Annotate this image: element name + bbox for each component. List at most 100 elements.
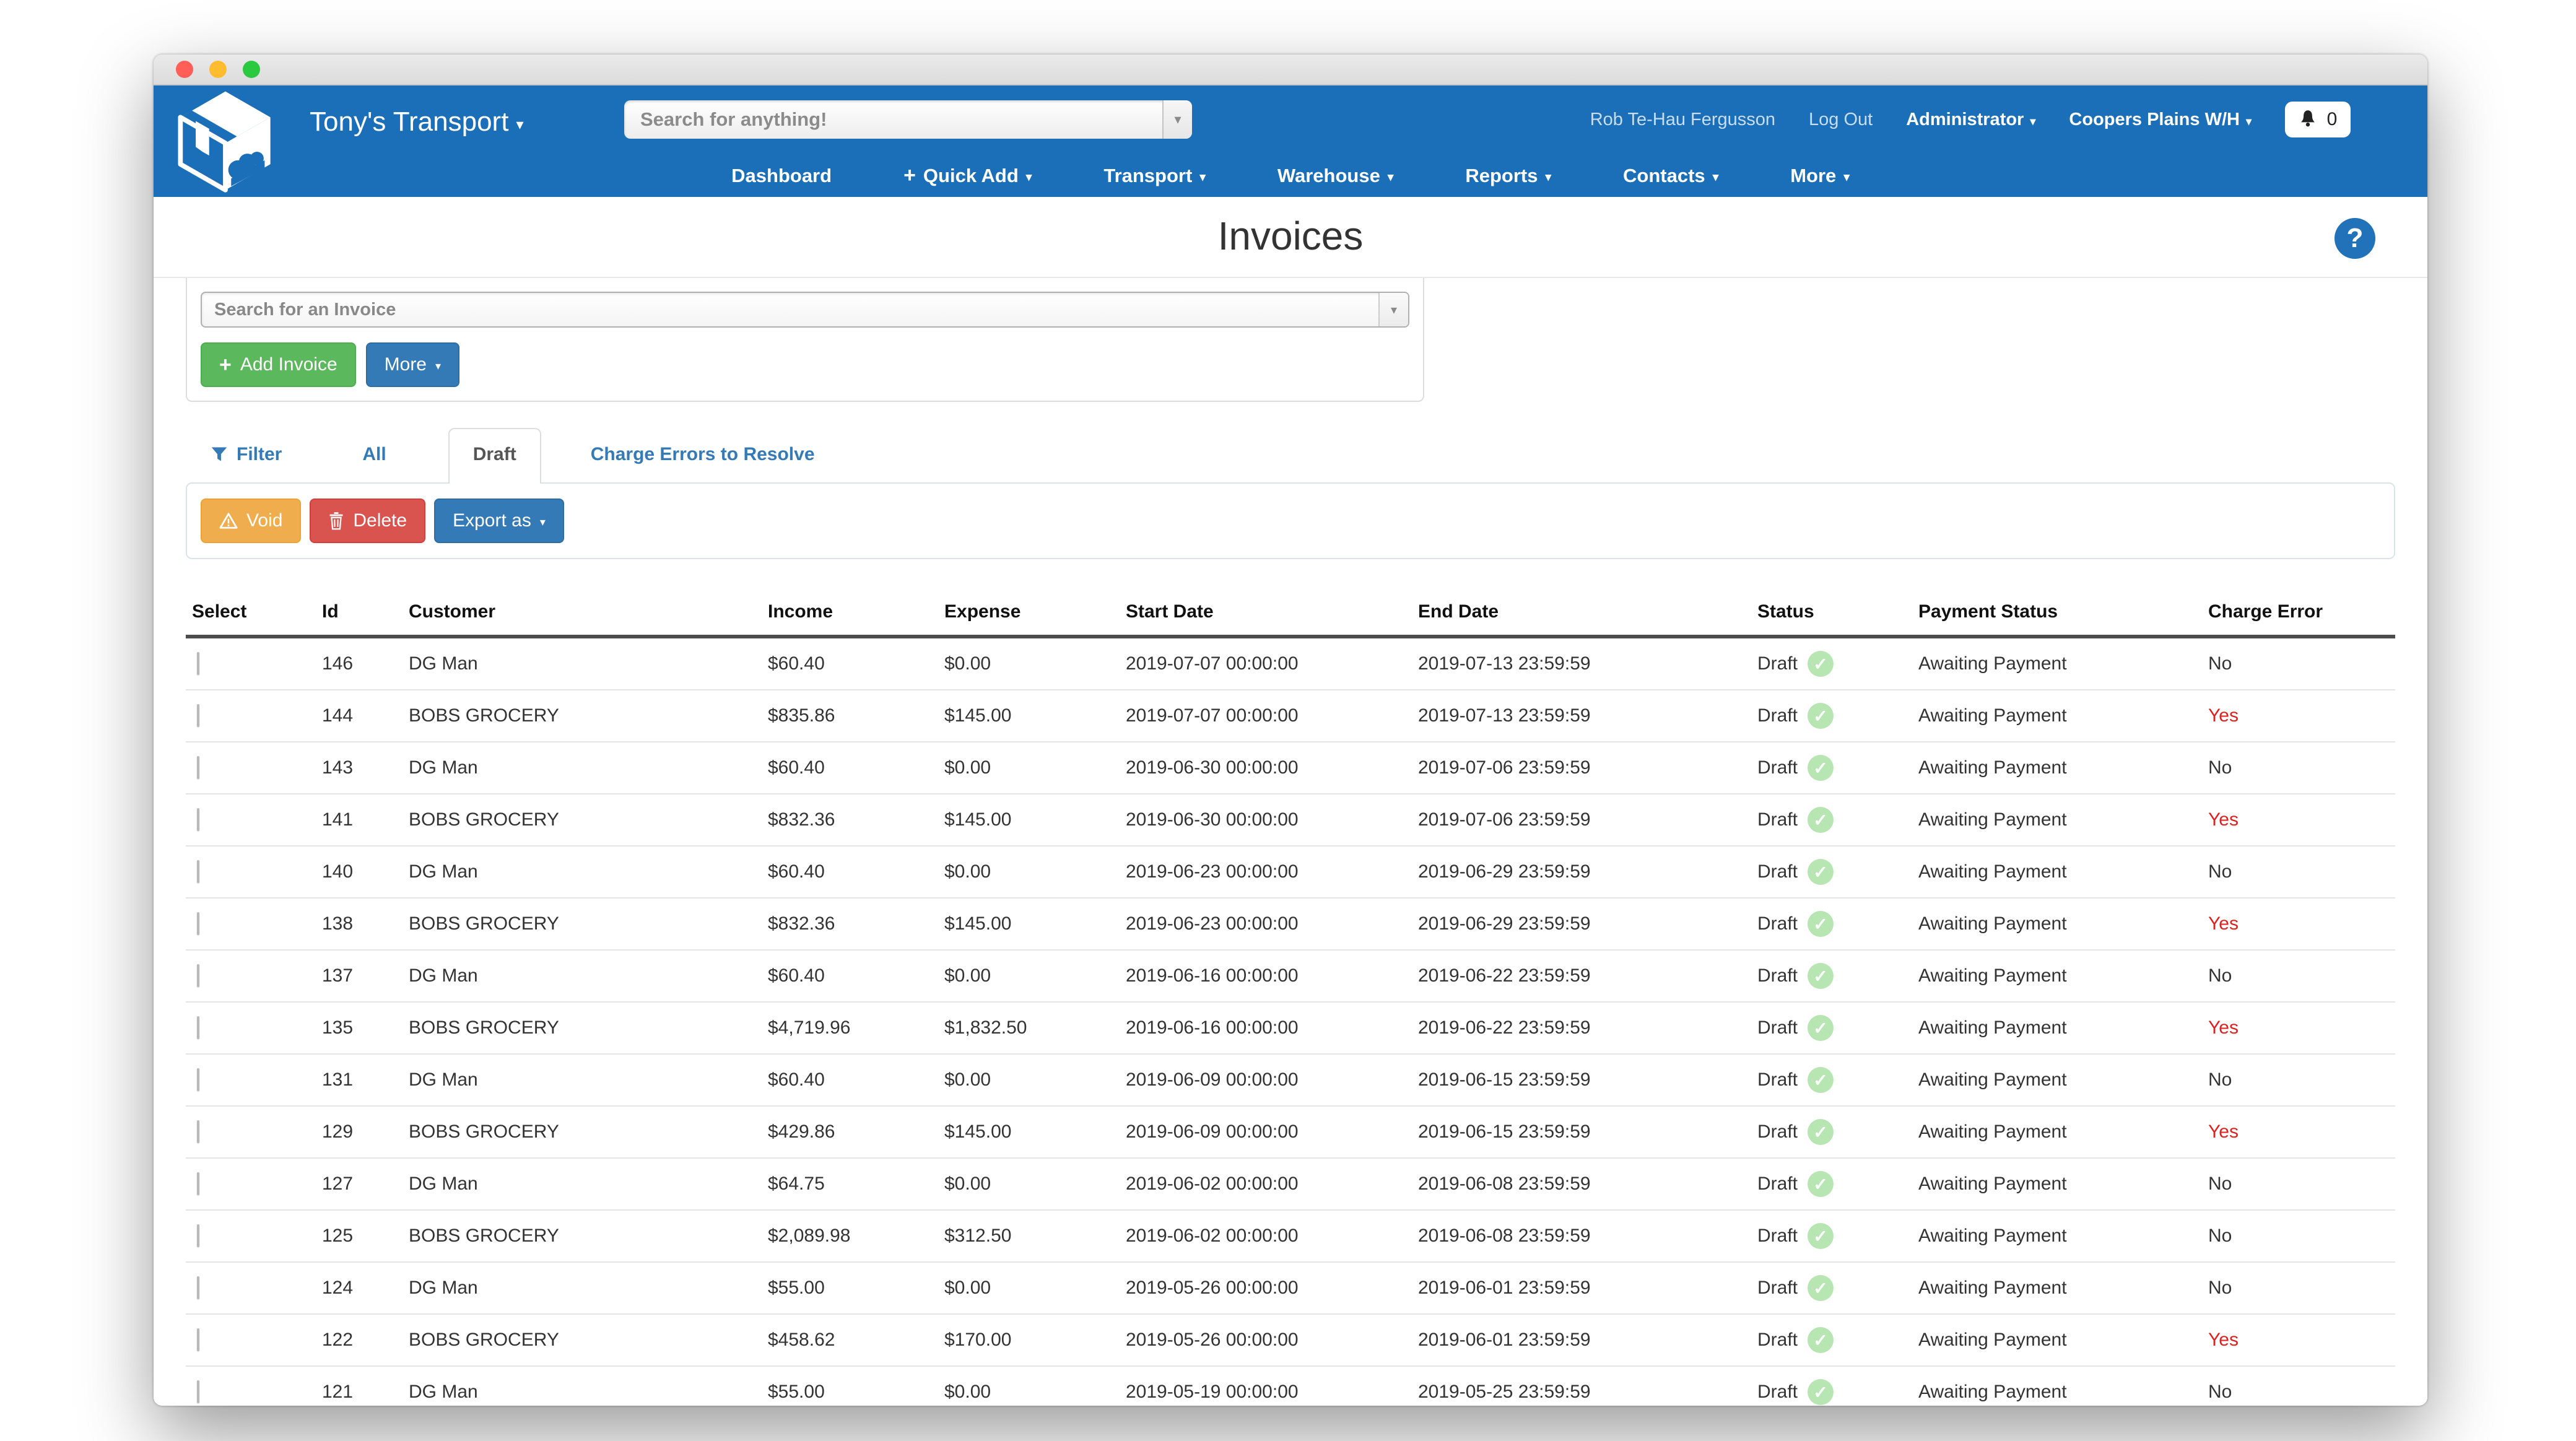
warehouse-menu[interactable]: Coopers Plains W/H ▾: [2069, 110, 2252, 130]
row-select-checkbox[interactable]: [197, 1068, 199, 1091]
row-charge-error: Yes: [2202, 1017, 2418, 1038]
nav-item-reports[interactable]: Reports▾: [1429, 160, 1587, 191]
row-select-checkbox[interactable]: [197, 808, 199, 831]
table-row[interactable]: 143DG Man$60.40$0.002019-06-30 00:00:002…: [186, 742, 2395, 795]
row-select-checkbox[interactable]: [197, 756, 199, 779]
row-select-checkbox[interactable]: [197, 1380, 199, 1403]
zoom-window-button[interactable]: [243, 61, 260, 78]
row-charge-error: Yes: [2202, 1330, 2418, 1351]
table-row[interactable]: 138BOBS GROCERY$832.36$145.002019-06-23 …: [186, 899, 2395, 951]
chevron-down-icon: ▾: [1546, 170, 1552, 185]
notifications-button[interactable]: 0: [2285, 102, 2351, 137]
table-row[interactable]: 137DG Man$60.40$0.002019-06-16 00:00:002…: [186, 951, 2395, 1003]
chevron-down-icon: ▾: [435, 360, 441, 373]
table-row[interactable]: 121DG Man$55.00$0.002019-05-19 00:00:002…: [186, 1367, 2395, 1406]
invoice-search-dropdown-button[interactable]: ▾: [1378, 293, 1408, 326]
void-button[interactable]: Void: [201, 498, 301, 543]
status-check-icon: ✓: [1808, 911, 1834, 937]
row-payment-status: Awaiting Payment: [1912, 1069, 2202, 1091]
row-select-checkbox[interactable]: [197, 1224, 199, 1247]
table-row[interactable]: 141BOBS GROCERY$832.36$145.002019-06-30 …: [186, 795, 2395, 847]
row-start-date: 2019-06-30 00:00:00: [1120, 809, 1412, 830]
chevron-down-icon: ▾: [1199, 170, 1206, 185]
global-search-dropdown-button[interactable]: ▾: [1162, 100, 1192, 139]
nav-item-more[interactable]: More▾: [1754, 160, 1886, 191]
row-select-checkbox[interactable]: [197, 1276, 199, 1299]
column-header-status: Status: [1751, 601, 1912, 622]
table-row[interactable]: 122BOBS GROCERY$458.62$170.002019-05-26 …: [186, 1315, 2395, 1367]
nav-item-contacts[interactable]: Contacts▾: [1587, 160, 1754, 191]
row-end-date: 2019-06-15 23:59:59: [1412, 1121, 1751, 1143]
nav-item-warehouse[interactable]: Warehouse▾: [1242, 160, 1430, 191]
row-end-date: 2019-07-06 23:59:59: [1412, 757, 1751, 778]
row-expense: $145.00: [938, 705, 1120, 726]
more-button[interactable]: More ▾: [366, 342, 459, 387]
row-customer: DG Man: [402, 1173, 762, 1195]
tab-charge-errors-to-resolve[interactable]: Charge Errors to Resolve: [591, 444, 815, 482]
table-row[interactable]: 144BOBS GROCERY$835.86$145.002019-07-07 …: [186, 690, 2395, 742]
row-status: Draft✓: [1751, 1275, 1912, 1301]
tab-all[interactable]: All: [362, 444, 386, 482]
row-status: Draft✓: [1751, 1379, 1912, 1405]
row-select-checkbox[interactable]: [197, 704, 199, 727]
export-as-button[interactable]: Export as ▾: [434, 498, 564, 543]
status-check-icon: ✓: [1808, 1275, 1834, 1301]
invoice-search-placeholder: Search for an Invoice: [202, 293, 1378, 326]
minimize-window-button[interactable]: [209, 61, 227, 78]
nav-item-dashboard[interactable]: Dashboard: [695, 160, 868, 191]
row-payment-status: Awaiting Payment: [1912, 809, 2202, 830]
delete-button[interactable]: Delete: [310, 498, 425, 543]
row-payment-status: Awaiting Payment: [1912, 1278, 2202, 1299]
close-window-button[interactable]: [176, 61, 193, 78]
table-row[interactable]: 127DG Man$64.75$0.002019-06-02 00:00:002…: [186, 1159, 2395, 1211]
table-row[interactable]: 124DG Man$55.00$0.002019-05-26 00:00:002…: [186, 1263, 2395, 1315]
table-row[interactable]: 125BOBS GROCERY$2,089.98$312.502019-06-0…: [186, 1211, 2395, 1263]
nav-item-transport[interactable]: Transport▾: [1068, 160, 1242, 191]
chevron-down-icon: ▾: [2030, 115, 2035, 128]
column-header-start-date: Start Date: [1120, 601, 1412, 622]
log-out-link[interactable]: Log Out: [1809, 110, 1873, 130]
row-select-checkbox[interactable]: [197, 912, 199, 935]
row-end-date: 2019-06-01 23:59:59: [1412, 1330, 1751, 1351]
row-select-checkbox[interactable]: [197, 1328, 199, 1351]
role-menu[interactable]: Administrator ▾: [1906, 110, 2035, 130]
brand-menu[interactable]: Tony's Transport ▾: [310, 107, 523, 137]
row-select-checkbox[interactable]: [197, 1172, 199, 1195]
tab-draft[interactable]: Draft: [448, 428, 541, 484]
row-select-checkbox[interactable]: [197, 1120, 199, 1143]
row-start-date: 2019-06-02 00:00:00: [1120, 1173, 1412, 1195]
table-row[interactable]: 129BOBS GROCERY$429.86$145.002019-06-09 …: [186, 1107, 2395, 1159]
table-row[interactable]: 140DG Man$60.40$0.002019-06-23 00:00:002…: [186, 847, 2395, 899]
row-start-date: 2019-06-16 00:00:00: [1120, 1017, 1412, 1038]
invoice-search-select[interactable]: Search for an Invoice ▾: [201, 292, 1409, 328]
row-id: 131: [316, 1069, 402, 1091]
row-income: $55.00: [762, 1278, 938, 1299]
filter-tab[interactable]: Filter: [211, 444, 282, 482]
column-header-charge-error: Charge Error: [2202, 601, 2418, 622]
row-income: $832.36: [762, 913, 938, 934]
table-row[interactable]: 135BOBS GROCERY$4,719.96$1,832.502019-06…: [186, 1003, 2395, 1055]
row-select-checkbox[interactable]: [197, 964, 199, 987]
global-search-input[interactable]: Search for anything! ▾: [624, 100, 1192, 139]
warning-icon: [219, 512, 238, 529]
row-select-checkbox[interactable]: [197, 1016, 199, 1039]
nav-item-label: More: [1790, 165, 1836, 187]
table-row[interactable]: 131DG Man$60.40$0.002019-06-09 00:00:002…: [186, 1055, 2395, 1107]
row-id: 127: [316, 1173, 402, 1195]
column-header-expense: Expense: [938, 601, 1120, 622]
filter-tab-label: Filter: [237, 444, 282, 465]
row-status-label: Draft: [1757, 757, 1798, 778]
user-name-link[interactable]: Rob Te-Hau Fergusson: [1590, 110, 1775, 130]
row-select-checkbox[interactable]: [197, 652, 199, 675]
row-id: 137: [316, 965, 402, 986]
row-start-date: 2019-07-07 00:00:00: [1120, 705, 1412, 726]
nav-item-quick-add[interactable]: +Quick Add▾: [868, 160, 1068, 191]
row-income: $60.40: [762, 861, 938, 882]
status-check-icon: ✓: [1808, 1015, 1834, 1041]
table-row[interactable]: 146DG Man$60.40$0.002019-07-07 00:00:002…: [186, 638, 2395, 690]
add-invoice-button[interactable]: + Add Invoice: [201, 342, 356, 387]
help-button[interactable]: ?: [2334, 218, 2375, 259]
row-select-checkbox[interactable]: [197, 860, 199, 883]
row-status-label: Draft: [1757, 1382, 1798, 1403]
bell-icon: [2299, 110, 2317, 129]
